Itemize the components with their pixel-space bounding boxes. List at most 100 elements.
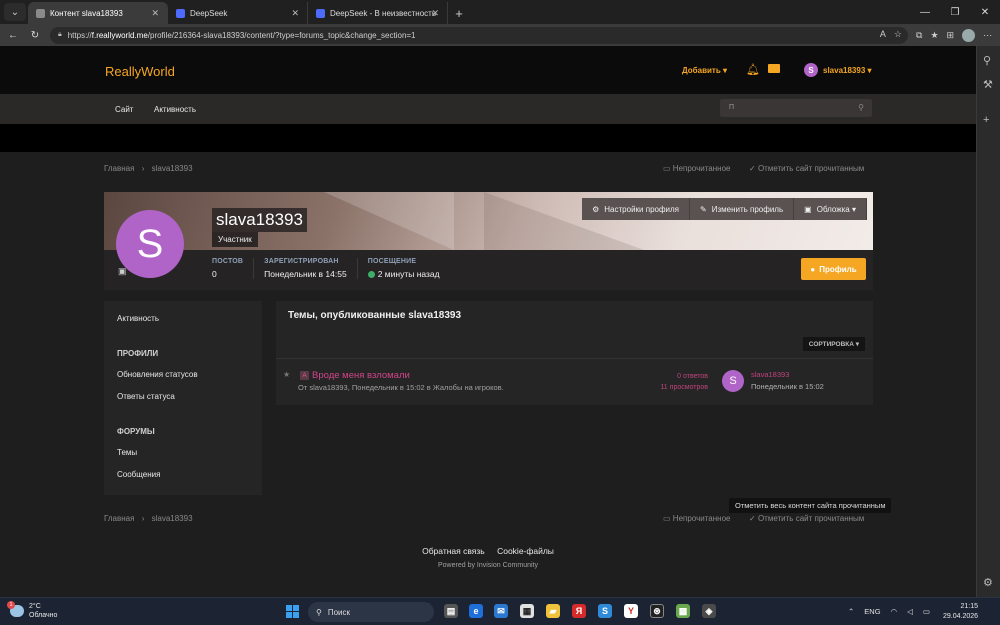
- check-icon: ✓: [749, 164, 756, 173]
- sidebar-item-messages[interactable]: Сообщения: [117, 470, 160, 479]
- windows-start-icon[interactable]: [286, 605, 299, 618]
- volume-icon[interactable]: ◁: [907, 607, 913, 616]
- cloud-icon: 1: [7, 601, 24, 617]
- favorite-star-icon[interactable]: ☆: [894, 29, 902, 40]
- site-logo[interactable]: ReallyWorld: [105, 64, 175, 79]
- last-post-date: Понедельник в 15:02: [751, 382, 824, 391]
- site-nav: Сайт Активность П ⚲: [0, 94, 976, 124]
- user-menu[interactable]: S slava18393 ▾: [804, 63, 872, 77]
- sort-button[interactable]: СОРТИРОВКА ▾: [802, 337, 865, 351]
- deepseek-favicon-icon: [176, 8, 185, 18]
- browser-tab-active[interactable]: Контент slava18393 ✕: [28, 2, 168, 24]
- cover-photo-label: Обложка ▾: [816, 204, 856, 214]
- wifi-icon[interactable]: ◠: [891, 607, 898, 616]
- cover-photo-button[interactable]: ▣ Обложка ▾: [794, 198, 867, 220]
- back-icon[interactable]: ←: [4, 26, 22, 44]
- steam-icon[interactable]: S: [598, 604, 612, 618]
- edge-browser-icon[interactable]: e: [469, 604, 483, 618]
- powered-by[interactable]: Powered by Invision Community: [0, 562, 976, 569]
- weather-widget[interactable]: 1 2°C Облачно: [7, 601, 57, 620]
- url-field[interactable]: 🔒︎ https://f.reallyworld.me/profile/2163…: [50, 26, 908, 44]
- file-explorer-icon[interactable]: ▰: [546, 604, 560, 618]
- profile-button[interactable]: ● Профиль: [801, 258, 866, 280]
- clock[interactable]: 21:15 29.04.2026: [943, 602, 978, 622]
- change-photo-icon[interactable]: ▣: [118, 266, 127, 277]
- browser-tab-deepseek-2[interactable]: DeepSeek - В неизвестность ✕: [308, 2, 448, 24]
- close-tab-icon[interactable]: ✕: [291, 8, 299, 19]
- sidebar-item-status-updates[interactable]: Обновления статусов: [117, 370, 198, 379]
- sidebar-search-icon[interactable]: ⚲: [983, 54, 991, 67]
- user-menu-label: slava18393 ▾: [823, 65, 872, 75]
- topic-views: 11 просмотров: [660, 384, 708, 391]
- messages-mail-icon[interactable]: [768, 64, 780, 73]
- refresh-icon[interactable]: ↻: [26, 26, 44, 44]
- edit-profile-button[interactable]: ✎ Изменить профиль: [690, 198, 795, 220]
- topic-title-link[interactable]: Вроде меня взломали: [312, 370, 410, 381]
- mail-app-icon[interactable]: ✉: [494, 604, 508, 618]
- feedback-link[interactable]: Обратная связь: [422, 546, 485, 556]
- collections-icon[interactable]: ⊞: [947, 30, 955, 41]
- breadcrumb-current[interactable]: slava18393: [152, 164, 193, 173]
- profile-header: S ▣ slava18393 Участник ⚙ Настройки профи…: [104, 192, 873, 290]
- sidebar-tools-icon[interactable]: ⚒: [983, 78, 993, 91]
- language-indicator[interactable]: ENG: [864, 607, 880, 616]
- sidebar-add-icon[interactable]: +: [983, 114, 989, 126]
- topic-meta: От slava18393, Понедельник в 15:02 в Жал…: [298, 383, 504, 392]
- tab-actions-menu-icon[interactable]: ⌄: [4, 3, 26, 21]
- site-search-input[interactable]: П ⚲: [720, 99, 872, 117]
- profile-name: slava18393: [212, 208, 307, 232]
- mark-read-label: Отметить сайт прочитанным: [757, 514, 865, 523]
- yandex-browser-icon[interactable]: Y: [624, 604, 638, 618]
- breadcrumb-home[interactable]: Главная: [104, 514, 134, 523]
- read-aloud-icon[interactable]: A: [880, 29, 886, 40]
- close-tab-icon[interactable]: ✕: [151, 8, 159, 19]
- close-window-icon[interactable]: ✕: [970, 0, 1000, 24]
- unread-link-bottom[interactable]: ▭ Непрочитанное: [663, 514, 730, 523]
- stat-registered-value: Понедельник в 14:55: [264, 269, 347, 279]
- python-app-icon[interactable]: ◈: [702, 604, 716, 618]
- store-icon[interactable]: ▦: [520, 604, 534, 618]
- last-poster-name[interactable]: slava18393: [751, 370, 789, 379]
- pencil-icon: ✎: [700, 204, 707, 214]
- taskbar-search[interactable]: ⚲ Поиск: [308, 602, 434, 622]
- chatgpt-icon[interactable]: ⊛: [650, 604, 664, 618]
- unread-link[interactable]: ▭ Непрочитанное: [663, 164, 730, 173]
- split-screen-icon[interactable]: ⧉: [916, 30, 922, 41]
- topics-panel: Темы, опубликованные slava18393 СОРТИРОВ…: [276, 301, 873, 405]
- follow-star-icon[interactable]: ★: [283, 370, 290, 379]
- nav-item-site[interactable]: Сайт: [115, 105, 133, 114]
- battery-icon[interactable]: ▭: [923, 607, 930, 616]
- breadcrumb-home[interactable]: Главная: [104, 164, 134, 173]
- site-favicon-icon: [36, 8, 45, 18]
- nav-item-activity[interactable]: Активность: [154, 105, 196, 114]
- notifications-bell-icon[interactable]: 🔔︎: [746, 63, 760, 76]
- last-poster-avatar[interactable]: S: [722, 370, 744, 392]
- mark-read-label: Отметить сайт прочитанным: [757, 164, 865, 173]
- sidebar-item-status-replies[interactable]: Ответы статуса: [117, 392, 175, 401]
- task-view-icon[interactable]: ▤: [444, 604, 458, 618]
- close-tab-icon[interactable]: ✕: [431, 8, 439, 19]
- breadcrumb-current[interactable]: slava18393: [152, 514, 193, 523]
- tray-chevron-icon[interactable]: ⌃: [848, 607, 854, 616]
- minimize-icon[interactable]: —: [910, 0, 940, 24]
- favorites-icon[interactable]: ★: [930, 30, 938, 41]
- profile-settings-button[interactable]: ⚙ Настройки профиля: [582, 198, 691, 220]
- sidebar-item-topics[interactable]: Темы: [117, 448, 137, 457]
- minecraft-icon[interactable]: ▩: [676, 604, 690, 618]
- browser-profile-avatar[interactable]: [962, 28, 976, 42]
- new-tab-icon[interactable]: +: [448, 2, 470, 24]
- sidebar-item-activity[interactable]: Активность: [117, 314, 159, 323]
- more-menu-icon[interactable]: ⋯: [983, 30, 992, 41]
- window-controls: — ❐ ✕: [910, 0, 1000, 24]
- mark-site-read-link-bottom[interactable]: ✓ Отметить сайт прочитанным: [749, 514, 864, 523]
- restore-icon[interactable]: ❐: [940, 0, 970, 24]
- mark-site-read-link[interactable]: ✓ Отметить сайт прочитанным: [749, 164, 864, 173]
- cookies-link[interactable]: Cookie-файлы: [497, 546, 554, 556]
- browser-tab-deepseek[interactable]: DeepSeek ✕: [168, 2, 308, 24]
- add-content-button[interactable]: Добавить ▾: [682, 66, 727, 75]
- sidebar-settings-icon[interactable]: ⚙: [983, 576, 993, 589]
- topic-replies: 0 ответов: [677, 373, 708, 380]
- content-sidebar: Активность ПРОФИЛИ Обновления статусов О…: [104, 301, 262, 495]
- yandex-music-icon[interactable]: Я: [572, 604, 586, 618]
- search-icon[interactable]: ⚲: [858, 103, 864, 112]
